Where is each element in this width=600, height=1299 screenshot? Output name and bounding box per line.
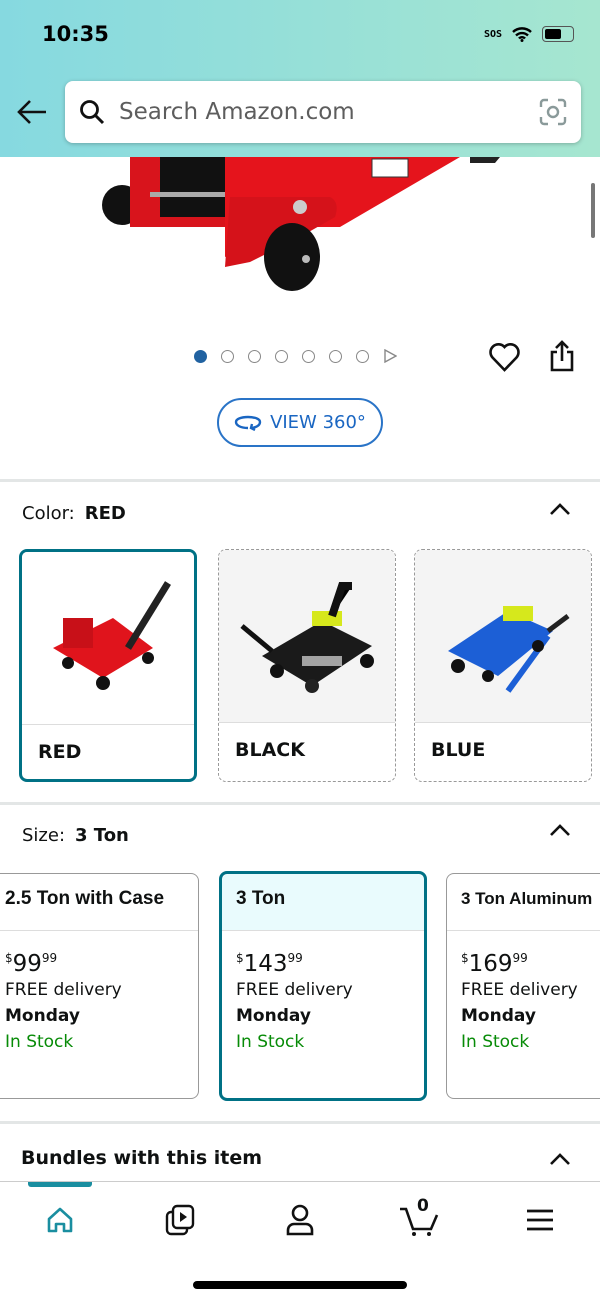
delivery-day: Monday — [5, 1006, 80, 1026]
nav-menu[interactable] — [510, 1200, 570, 1240]
search-icon — [80, 100, 105, 125]
color-selected-value: RED — [84, 503, 126, 524]
floor-jack-image — [102, 157, 500, 291]
size-heading: Size: 3 Ton — [22, 825, 129, 846]
color-heading: Color: RED — [22, 503, 126, 524]
black-jack-image — [240, 582, 374, 693]
color-swatch-black[interactable]: BLACK — [218, 549, 396, 782]
delivery-day: Monday — [461, 1006, 536, 1026]
size-option-name: 2.5 Ton with Case — [0, 874, 198, 931]
wifi-icon — [512, 26, 532, 42]
image-pagination[interactable] — [194, 349, 397, 363]
chevron-up-icon[interactable] — [549, 1152, 571, 1166]
stock-status: In Stock — [236, 1032, 305, 1052]
delivery-day: Monday — [236, 1006, 311, 1026]
divider — [0, 802, 600, 805]
price: $9999 — [5, 951, 58, 977]
chevron-up-icon[interactable] — [549, 823, 571, 837]
status-icons: SOS — [484, 26, 574, 42]
home-indicator — [193, 1281, 407, 1289]
search-input[interactable] — [119, 99, 539, 125]
bundles-heading: Bundles with this item — [21, 1147, 263, 1169]
camera-lens-icon[interactable] — [539, 98, 567, 126]
chevron-up-icon[interactable] — [549, 502, 571, 516]
active-tab-indicator — [28, 1182, 92, 1187]
hamburger-menu-icon — [527, 1209, 553, 1231]
delivery-text: FREE delivery — [461, 980, 578, 1000]
scrollbar[interactable] — [591, 183, 595, 238]
divider — [0, 1121, 600, 1124]
size-option-name: 3 Ton — [222, 874, 424, 931]
swatch-label: RED — [38, 741, 82, 763]
price: $14399 — [236, 951, 303, 977]
delivery-text: FREE delivery — [5, 980, 122, 1000]
nav-account[interactable] — [270, 1200, 330, 1240]
divider — [0, 479, 600, 482]
delivery-text: FREE delivery — [236, 980, 353, 1000]
size-option-card-selected[interactable]: 3 Ton $14399 FREE delivery Monday In Sto… — [219, 871, 427, 1101]
status-time: 10:35 — [42, 22, 109, 46]
home-icon — [47, 1207, 73, 1233]
size-option-card[interactable]: 2.5 Ton with Case $9999 FREE delivery Mo… — [0, 873, 199, 1099]
page-dot[interactable] — [356, 349, 369, 363]
rotate-360-icon — [234, 415, 262, 431]
color-label: Color: — [22, 503, 75, 524]
sos-indicator: SOS — [483, 28, 502, 40]
blue-jack-image — [448, 606, 570, 693]
page-dot[interactable] — [302, 349, 315, 363]
view-360-label: VIEW 360° — [270, 412, 366, 433]
page-dot[interactable] — [194, 349, 207, 363]
back-arrow-icon[interactable] — [16, 98, 48, 126]
video-library-icon — [165, 1204, 195, 1236]
account-icon — [286, 1204, 314, 1236]
price: $16999 — [461, 951, 528, 977]
cart-count: 0 — [417, 1196, 429, 1216]
swatch-label: BLUE — [431, 739, 486, 761]
share-icon[interactable] — [549, 340, 575, 372]
nav-cart[interactable]: 0 — [390, 1196, 450, 1240]
size-option-name: 3 Ton Aluminum — [447, 874, 600, 931]
battery-icon — [542, 26, 574, 42]
red-jack-image — [53, 581, 171, 690]
view-360-button[interactable]: VIEW 360° — [217, 398, 383, 447]
video-play-icon[interactable] — [383, 349, 397, 363]
bottom-nav: 0 — [0, 1181, 600, 1299]
stock-status: In Stock — [461, 1032, 530, 1052]
size-option-card[interactable]: 3 Ton Aluminum $16999 FREE delivery Mond… — [446, 873, 600, 1099]
search-bar[interactable] — [65, 81, 581, 143]
stock-status: In Stock — [5, 1032, 74, 1052]
header: 10:35 SOS — [0, 0, 600, 157]
size-selected-value: 3 Ton — [75, 825, 129, 846]
nav-video[interactable] — [150, 1200, 210, 1240]
page-dot[interactable] — [221, 349, 234, 363]
nav-home[interactable] — [30, 1200, 90, 1240]
product-image[interactable] — [0, 157, 600, 337]
color-swatch-red[interactable]: RED — [19, 549, 197, 782]
color-swatch-blue[interactable]: BLUE — [414, 549, 592, 782]
page-dot[interactable] — [275, 349, 288, 363]
page-dot[interactable] — [329, 349, 342, 363]
page-dot[interactable] — [248, 349, 261, 363]
size-label: Size: — [22, 825, 66, 846]
heart-icon[interactable] — [489, 342, 520, 372]
swatch-label: BLACK — [235, 739, 305, 761]
